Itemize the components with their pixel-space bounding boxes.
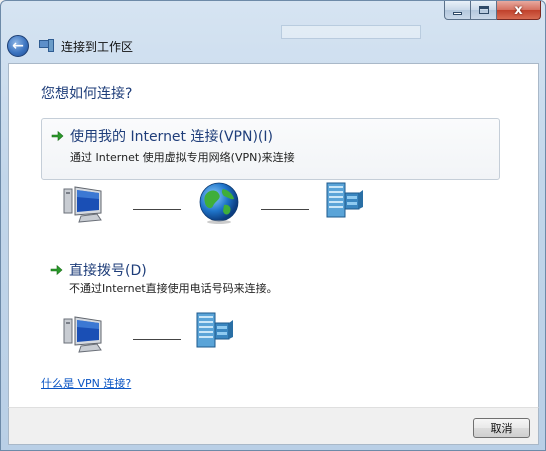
- navigation-bar: ← 连接到工作区: [7, 33, 133, 59]
- maximize-icon: [478, 6, 489, 14]
- server-icon: [196, 312, 233, 348]
- vpn-help-link[interactable]: 什么是 VPN 连接?: [41, 375, 131, 391]
- computer-icon: [63, 316, 102, 353]
- close-button[interactable]: x: [497, 1, 541, 20]
- green-arrow-icon: [51, 130, 64, 142]
- option-dialup-title: 直接拨号(D): [69, 263, 147, 279]
- green-arrow-icon: [50, 264, 63, 276]
- workplace-connection-icon: [39, 39, 55, 53]
- option-vpn[interactable]: 使用我的 Internet 连接(VPN)(I) 通过 Internet 使用虚…: [41, 118, 500, 180]
- back-arrow-icon: ←: [12, 38, 24, 54]
- dialup-diagram: [63, 310, 263, 360]
- maximize-button[interactable]: [471, 1, 497, 20]
- globe-icon: [199, 182, 239, 224]
- option-vpn-description: 通过 Internet 使用虚拟专用网络(VPN)来连接: [70, 151, 295, 164]
- minimize-button[interactable]: [444, 1, 471, 20]
- computer-icon: [63, 186, 102, 223]
- dialog-footer: 取消: [8, 407, 539, 445]
- background-window-blur: [241, 23, 501, 43]
- server-icon: [326, 182, 363, 218]
- option-dialup[interactable]: 直接拨号(D) 不通过Internet直接使用电话号码来连接。: [41, 256, 500, 296]
- vpn-diagram: [63, 180, 363, 230]
- window-title: 连接到工作区: [61, 39, 134, 54]
- back-button[interactable]: ←: [7, 35, 29, 57]
- close-icon: x: [514, 2, 523, 18]
- minimize-icon: [453, 11, 462, 15]
- cancel-button[interactable]: 取消: [473, 418, 530, 438]
- option-dialup-description: 不通过Internet直接使用电话号码来连接。: [69, 282, 278, 295]
- option-vpn-title: 使用我的 Internet 连接(VPN)(I): [70, 129, 273, 145]
- caption-buttons: x: [444, 1, 541, 20]
- page-heading: 您想如何连接?: [41, 86, 133, 102]
- window-frame: x ← 连接到工作区 您想如何连接? 使用我的 Internet 连接(VPN)…: [0, 0, 546, 451]
- content-pane: 您想如何连接? 使用我的 Internet 连接(VPN)(I) 通过 Inte…: [8, 63, 539, 407]
